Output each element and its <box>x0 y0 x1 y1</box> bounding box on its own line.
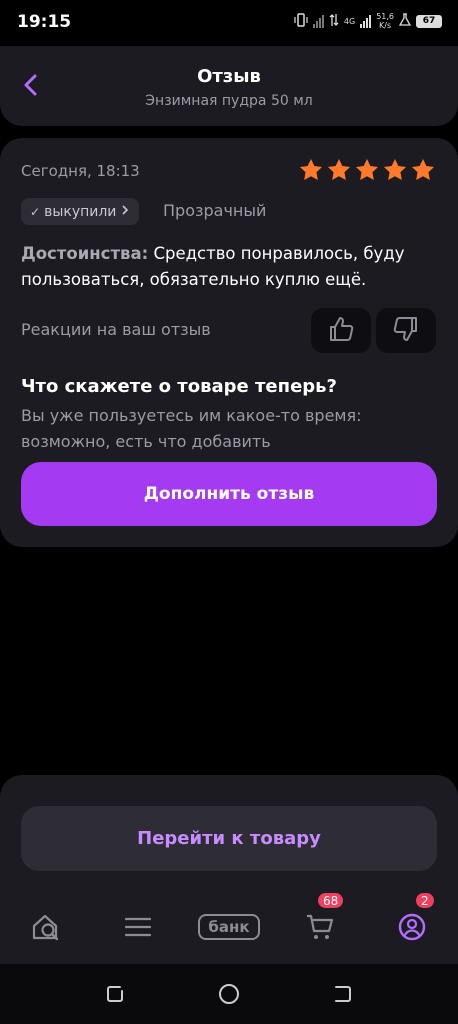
like-button[interactable] <box>311 308 371 353</box>
product-name: Энзимная пудра 50 мл <box>145 93 313 109</box>
cart-count-badge: 68 <box>316 891 346 910</box>
tab-bar: банк 68 2 <box>0 891 458 949</box>
profile-icon <box>397 912 427 942</box>
tab-profile[interactable]: 2 <box>394 891 436 949</box>
star-icon <box>411 158 435 180</box>
bottom-panel: Перейти к товару банк 68 2 <box>0 775 458 964</box>
system-nav-bar <box>0 964 458 1024</box>
thumbs-down-icon <box>391 314 421 348</box>
profile-count-badge: 2 <box>414 891 436 910</box>
network-speed: 51,6 K/s <box>376 12 394 30</box>
bank-label: банк <box>198 914 260 940</box>
star-icon <box>355 158 379 180</box>
purchased-label: выкупили <box>44 203 117 220</box>
cart-icon <box>305 913 335 941</box>
chevron-right-icon <box>120 204 130 220</box>
status-time: 19:15 <box>17 12 72 32</box>
check-icon: ✓ <box>30 204 41 219</box>
review-text: Достоинства: Средство понравилось, буду … <box>21 241 431 293</box>
review-date: Сегодня, 18:13 <box>21 162 140 180</box>
go-to-product-button[interactable]: Перейти к товару <box>21 806 437 871</box>
prompt-title: Что скажете о товаре теперь? <box>21 376 337 397</box>
tab-bank[interactable]: банк <box>196 905 262 949</box>
rating-stars <box>298 157 436 183</box>
menu-icon <box>124 915 152 939</box>
add-review-button[interactable]: Дополнить отзыв <box>21 462 437 526</box>
network-type: 4G <box>343 16 356 26</box>
star-icon <box>327 158 351 180</box>
dislike-button[interactable] <box>376 308 436 353</box>
product-variant: Прозрачный <box>163 201 267 220</box>
tab-home[interactable] <box>28 905 64 949</box>
reactions-label: Реакции на ваш отзыв <box>21 320 211 339</box>
header: Отзыв Энзимная пудра 50 мл <box>0 46 458 126</box>
star-icon <box>299 158 323 180</box>
data-arrows-icon <box>329 13 339 30</box>
pros-label: Достоинства: <box>21 244 149 263</box>
review-card: Сегодня, 18:13 ✓ выкупили Прозрачный Дос… <box>0 138 458 547</box>
signal-icon-2 <box>360 14 372 28</box>
home-circle-icon[interactable] <box>217 982 241 1006</box>
status-bar: 19:15 4G 51,6 K/s 67 <box>0 0 458 46</box>
recent-apps-icon[interactable] <box>103 982 127 1006</box>
signal-icon <box>312 14 324 28</box>
battery-icon: 67 <box>416 14 442 28</box>
vibrate-icon <box>294 12 308 30</box>
flask-icon <box>398 13 412 29</box>
prompt-text: Вы уже пользуетесь им какое-то время: во… <box>21 406 362 451</box>
tab-catalog[interactable] <box>120 905 156 949</box>
tab-cart[interactable]: 68 <box>302 891 346 949</box>
back-nav-icon[interactable] <box>331 982 355 1006</box>
page-title: Отзыв <box>197 66 261 87</box>
star-icon <box>383 158 407 180</box>
home-search-icon <box>30 912 62 942</box>
status-icons: 4G 51,6 K/s 67 <box>294 12 442 30</box>
thumbs-up-icon <box>326 314 356 348</box>
purchased-badge[interactable]: ✓ выкупили <box>21 198 140 225</box>
